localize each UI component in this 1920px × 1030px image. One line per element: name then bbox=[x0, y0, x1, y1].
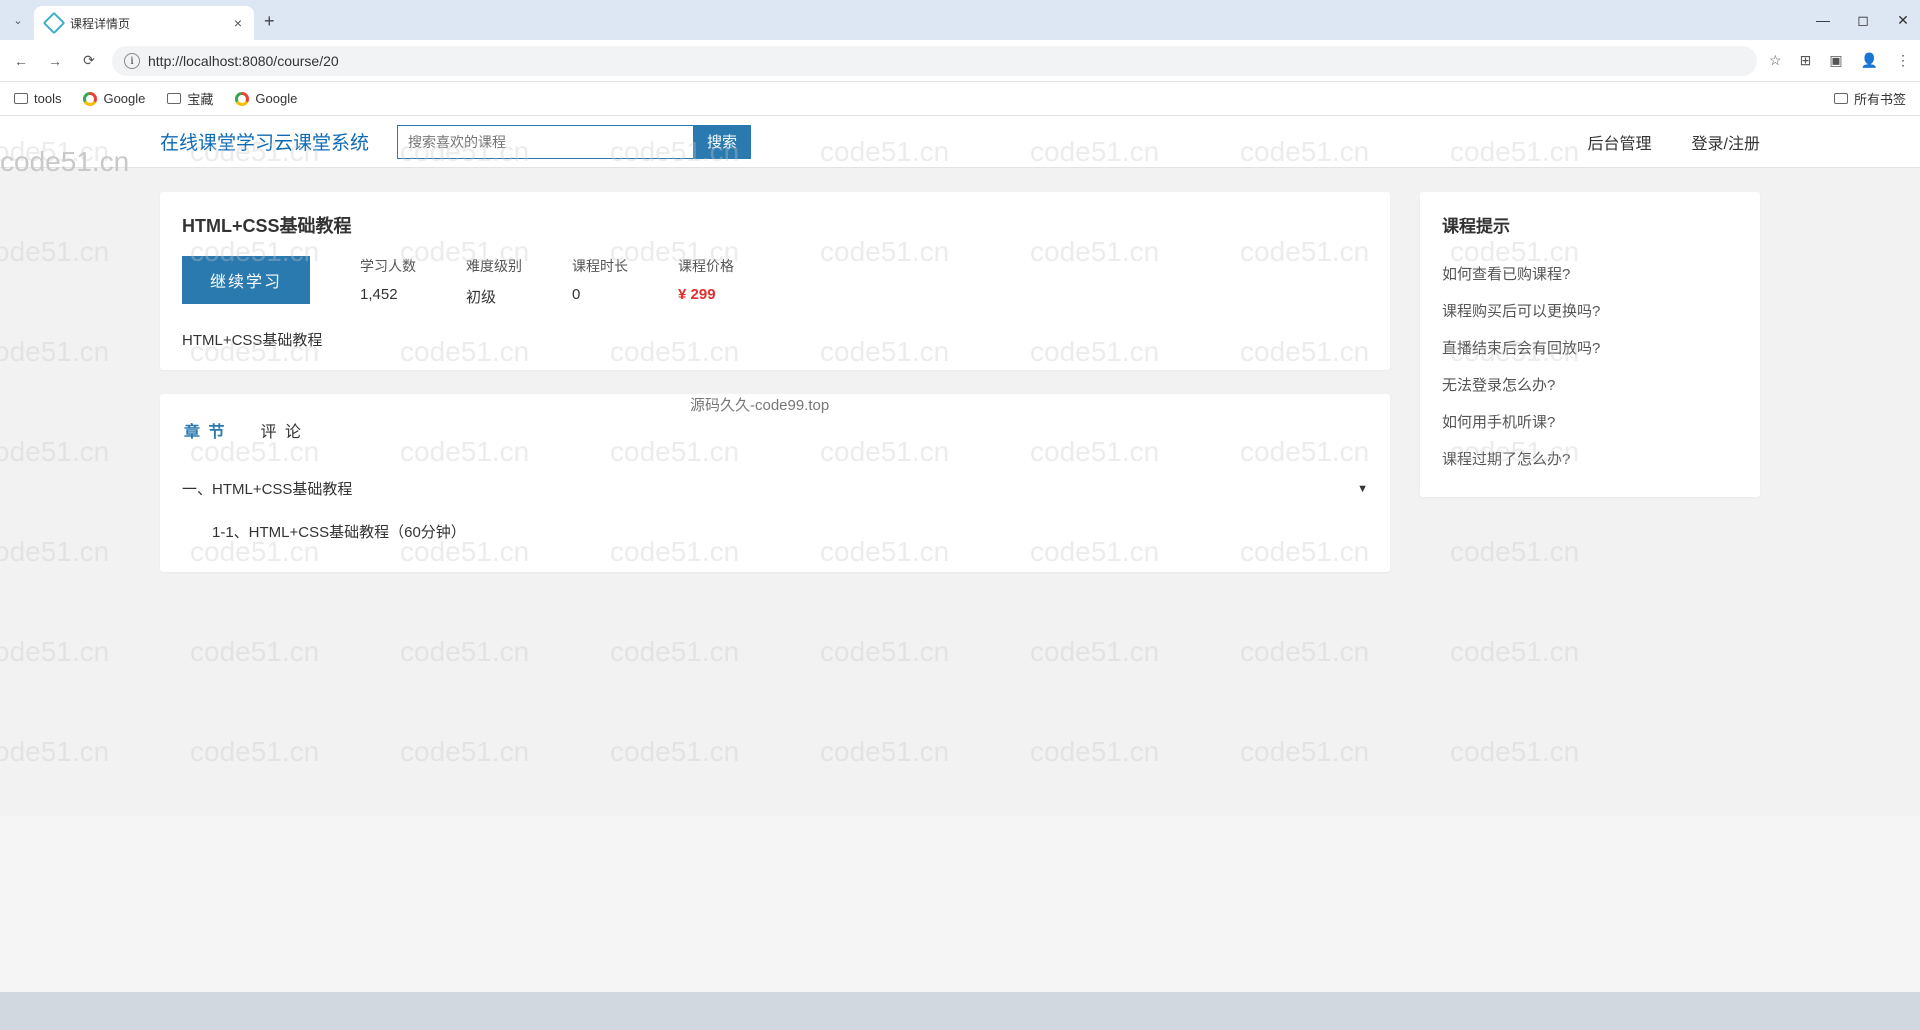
watermark: code51.cn bbox=[610, 736, 739, 768]
folder-icon bbox=[1834, 93, 1848, 104]
watermark: code51.cn bbox=[1030, 736, 1159, 768]
bookmark-item[interactable]: Google bbox=[83, 91, 145, 106]
url-text: http://localhost:8080/course/20 bbox=[148, 53, 339, 69]
star-icon[interactable]: ☆ bbox=[1769, 52, 1782, 69]
watermark: code51.cn bbox=[820, 736, 949, 768]
content-tabs: 章 节 评 论 bbox=[182, 414, 1368, 446]
stat-price: 课程价格 ¥ 299 bbox=[678, 256, 734, 303]
tabs-dropdown-icon[interactable]: ⌄ bbox=[8, 10, 28, 30]
chevron-down-icon: ▼ bbox=[1357, 483, 1368, 495]
faq-list: 如何查看已购课程? 课程购买后可以更换吗? 直播结束后会有回放吗? 无法登录怎么… bbox=[1442, 255, 1738, 477]
browser-titlebar: ⌄ 课程详情页 × + ― ◻ ✕ bbox=[0, 0, 1920, 40]
watermark: code51.cn bbox=[1240, 636, 1369, 668]
course-info-card: HTML+CSS基础教程 继续学习 学习人数 1,452 难度级别 初级 课程时… bbox=[160, 192, 1390, 370]
taskbar bbox=[0, 992, 1920, 1030]
window-controls: ― ◻ ✕ bbox=[1814, 0, 1912, 40]
chapter-title: 一、HTML+CSS基础教程 bbox=[182, 478, 352, 499]
google-icon bbox=[235, 92, 249, 106]
info-icon[interactable]: i bbox=[124, 53, 140, 69]
stat-students: 学习人数 1,452 bbox=[360, 256, 416, 303]
bookmark-item[interactable]: Google bbox=[235, 91, 297, 106]
tab-chapter[interactable]: 章 节 bbox=[182, 414, 228, 446]
maximize-icon[interactable]: ◻ bbox=[1854, 12, 1872, 29]
watermark: code51.cn bbox=[190, 636, 319, 668]
watermark: code51.cn bbox=[400, 736, 529, 768]
faq-item[interactable]: 直播结束后会有回放吗? bbox=[1442, 329, 1738, 366]
address-bar: ← → ⟳ i http://localhost:8080/course/20 … bbox=[0, 40, 1920, 82]
course-title: HTML+CSS基础教程 bbox=[182, 212, 1368, 238]
chapters-card: 源码久久-code99.top 章 节 评 论 一、HTML+CSS基础教程 ▼… bbox=[160, 394, 1390, 572]
watermark: code51.cn bbox=[1450, 636, 1579, 668]
faq-item[interactable]: 课程购买后可以更换吗? bbox=[1442, 292, 1738, 329]
search-input[interactable] bbox=[397, 125, 693, 159]
url-field[interactable]: i http://localhost:8080/course/20 bbox=[112, 46, 1757, 76]
search-button[interactable]: 搜索 bbox=[693, 125, 751, 159]
new-tab-button[interactable]: + bbox=[264, 11, 275, 32]
profile-icon[interactable]: 👤 bbox=[1861, 52, 1878, 69]
reload-button[interactable]: ⟳ bbox=[78, 50, 100, 72]
tab-title: 课程详情页 bbox=[70, 15, 226, 32]
bookmarks-bar: tools Google 宝藏 Google 所有书签 bbox=[0, 82, 1920, 116]
faq-item[interactable]: 如何查看已购课程? bbox=[1442, 255, 1738, 292]
continue-learning-button[interactable]: 继续学习 bbox=[182, 256, 310, 304]
extensions-icon[interactable]: ⊞ bbox=[1800, 52, 1812, 69]
menu-icon[interactable]: ⋮ bbox=[1896, 52, 1910, 69]
watermark: code51.cn bbox=[820, 636, 949, 668]
sidepanel-icon[interactable]: ▣ bbox=[1829, 52, 1842, 69]
bookmark-item[interactable]: 宝藏 bbox=[167, 89, 213, 108]
faq-item[interactable]: 如何用手机听课? bbox=[1442, 403, 1738, 440]
folder-icon bbox=[14, 93, 28, 104]
watermark: code51.cn bbox=[1240, 736, 1369, 768]
all-bookmarks[interactable]: 所有书签 bbox=[1834, 89, 1906, 108]
nav-login[interactable]: 登录/注册 bbox=[1692, 130, 1760, 154]
nav-links: 后台管理 登录/注册 bbox=[1588, 130, 1760, 154]
stat-level: 难度级别 初级 bbox=[466, 256, 522, 307]
watermark: code51.cn bbox=[0, 636, 109, 668]
watermark: code51.cn bbox=[400, 636, 529, 668]
stat-duration: 课程时长 0 bbox=[572, 256, 628, 303]
forward-button[interactable]: → bbox=[44, 50, 66, 72]
search-box: 搜索 bbox=[397, 125, 751, 159]
brand-logo[interactable]: 在线课堂学习云课堂系统 bbox=[160, 128, 369, 155]
site-header: 在线课堂学习云课堂系统 搜索 后台管理 登录/注册 bbox=[0, 116, 1920, 168]
close-window-icon[interactable]: ✕ bbox=[1894, 12, 1912, 29]
back-button[interactable]: ← bbox=[10, 50, 32, 72]
faq-item[interactable]: 无法登录怎么办? bbox=[1442, 366, 1738, 403]
folder-icon bbox=[167, 93, 181, 104]
watermark: code51.cn bbox=[1450, 736, 1579, 768]
minimize-icon[interactable]: ― bbox=[1814, 12, 1832, 28]
nav-admin[interactable]: 后台管理 bbox=[1588, 130, 1652, 154]
watermark: code51.cn bbox=[1030, 636, 1159, 668]
chapter-header[interactable]: 一、HTML+CSS基础教程 ▼ bbox=[182, 466, 1368, 511]
center-watermark: 源码久久-code99.top bbox=[690, 394, 829, 415]
browser-tab[interactable]: 课程详情页 × bbox=[34, 6, 254, 40]
bookmark-item[interactable]: tools bbox=[14, 91, 61, 106]
sidebar-title: 课程提示 bbox=[1442, 212, 1738, 237]
close-icon[interactable]: × bbox=[234, 15, 242, 31]
course-tips-card: 课程提示 如何查看已购课程? 课程购买后可以更换吗? 直播结束后会有回放吗? 无… bbox=[1420, 192, 1760, 497]
page-content: code51.cn 在线课堂学习云课堂系统 搜索 后台管理 登录/注册 HTML… bbox=[0, 116, 1920, 816]
tab-comment[interactable]: 评 论 bbox=[258, 414, 304, 446]
watermark: code51.cn bbox=[190, 736, 319, 768]
google-icon bbox=[83, 92, 97, 106]
lesson-item[interactable]: 1-1、HTML+CSS基础教程（60分钟） bbox=[182, 511, 1368, 552]
diamond-icon bbox=[43, 12, 66, 35]
course-description: HTML+CSS基础教程 bbox=[182, 329, 1368, 350]
watermark: code51.cn bbox=[0, 736, 109, 768]
watermark: code51.cn bbox=[610, 636, 739, 668]
faq-item[interactable]: 课程过期了怎么办? bbox=[1442, 440, 1738, 477]
